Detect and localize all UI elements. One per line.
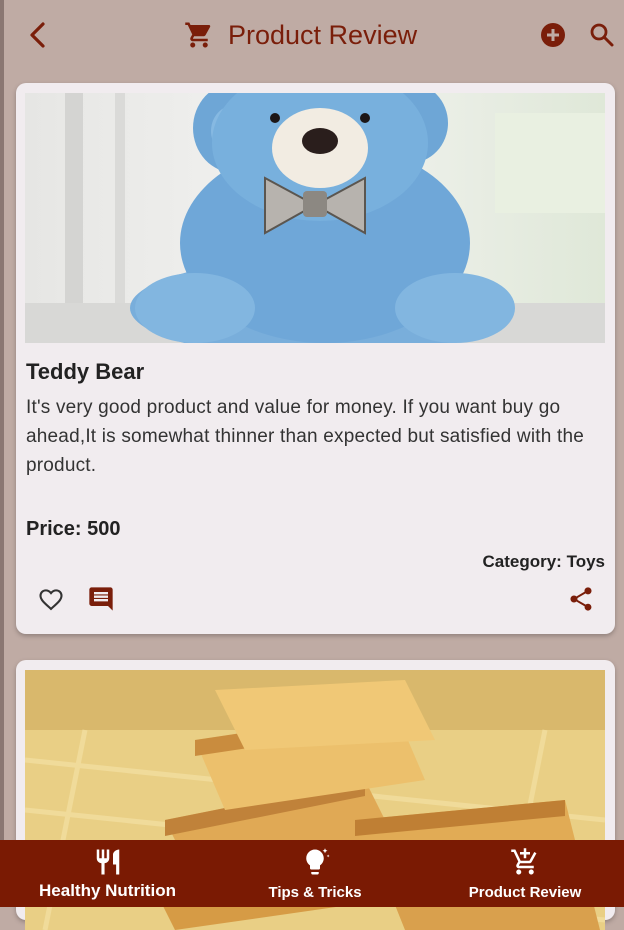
- back-arrow-icon[interactable]: [24, 18, 52, 52]
- cart-icon: [185, 22, 211, 48]
- add-cart-icon: [511, 848, 537, 875]
- product-card: Teddy Bear It's very good product and va…: [16, 83, 615, 634]
- nav-tips-tricks[interactable]: Tips & Tricks: [255, 840, 375, 907]
- blue-teddy-bear-photo: [25, 93, 605, 343]
- nav-healthy-nutrition[interactable]: Healthy Nutrition: [30, 840, 185, 907]
- window-edge: [0, 0, 4, 907]
- nav-product-review[interactable]: Product Review: [455, 840, 595, 907]
- heart-outline-icon[interactable]: [37, 585, 65, 613]
- add-circle-icon[interactable]: [539, 21, 567, 49]
- app-bar: Product Review: [0, 0, 624, 72]
- product-title: Teddy Bear: [26, 359, 145, 384]
- fork-knife-icon: [96, 849, 119, 875]
- comment-icon[interactable]: [87, 585, 115, 613]
- share-icon[interactable]: [567, 585, 595, 613]
- card-actions: [16, 583, 615, 617]
- title-group: Product Review: [184, 16, 417, 54]
- product-image: [25, 93, 605, 343]
- nav-label: Product Review: [468, 884, 582, 901]
- page-title: Product Review: [228, 19, 418, 50]
- product-description: It's very good product and value for mon…: [26, 397, 584, 476]
- product-category: Category: Toys: [482, 552, 606, 571]
- search-icon[interactable]: [588, 21, 616, 49]
- lightbulb-icon: [306, 848, 330, 875]
- product-price: Price: 500: [26, 518, 121, 540]
- nav-label: Healthy Nutrition: [39, 881, 176, 900]
- nav-label: Tips & Tricks: [268, 884, 362, 901]
- bottom-navigation: Healthy Nutrition Tips & Tricks Product …: [0, 840, 624, 907]
